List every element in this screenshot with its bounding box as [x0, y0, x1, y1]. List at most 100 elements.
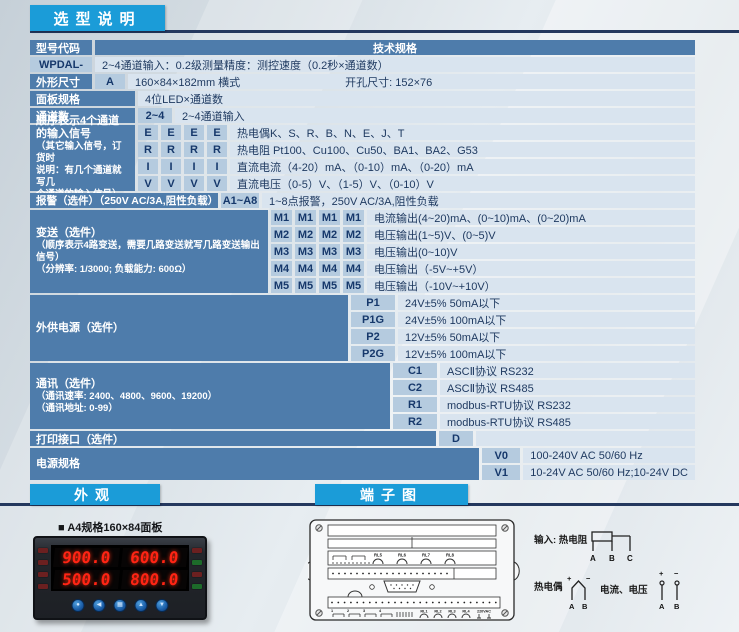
input-code: E [161, 125, 181, 140]
table-row-alarm: 报警（选件）（250V AC/3A,阻性负载） A1~A8 1~8点报警，250… [30, 193, 695, 208]
table-row-r1: R1 modbus-RTU协议 RS232 [393, 397, 695, 412]
led-value-ch2: 600.0 [121, 548, 187, 567]
table-row-m5: M5 M5 M5 M5 电压输出（-10V~+10V） [271, 278, 695, 293]
transmit-code: M1 [319, 210, 340, 225]
table-row-v1: V1 10-24V AC 50/60 Hz;10-24V DC [482, 465, 695, 480]
alarm-code: A1~A8 [221, 193, 259, 208]
channel-indicator [38, 572, 48, 577]
section-title-appearance: 外观 [30, 484, 160, 505]
input-code: I [161, 159, 181, 174]
terminal-diagram: RL5 RL6 RL7 RL8 [308, 518, 520, 625]
supply-desc: 100-240V AC 50/60 Hz [523, 448, 695, 463]
transmit-desc: 电压输出（-5V~+5V） [367, 261, 695, 276]
channels-desc: 2~4通道输入 [175, 108, 695, 123]
dimension-desc-cell: 160×84×182mm 横式 开孔尺寸: 152×76 [128, 74, 695, 89]
current-voltage-label: 电流、电压 [600, 584, 648, 596]
ext-power-desc: 24V±5% 100mA以下 [398, 312, 695, 327]
table-row-r2: R2 modbus-RTU协议 RS485 [393, 414, 695, 429]
ext-power-code: P1 [351, 295, 395, 310]
dimension-label: 外形尺寸 [30, 74, 92, 89]
supply-desc: 10-24V AC 50/60 Hz;10-24V DC [523, 465, 695, 480]
table-row-dimensions: 外形尺寸 A 160×84×182mm 横式 开孔尺寸: 152×76 [30, 74, 695, 89]
comm-label-line: （通讯速率: 2400、4800、9600、19200） [36, 391, 384, 403]
section-title-terminal: 端子图 [315, 484, 468, 505]
set-button[interactable]: ▦ [114, 599, 127, 612]
transmit-code: M2 [319, 227, 340, 242]
table-row-c1: C1 ASCⅡ协议 RS232 [393, 363, 695, 378]
comm-desc: modbus-RTU协议 RS485 [440, 414, 695, 429]
instrument-front-panel: 900.0 600.0 500.0 800.0 ● ◀ ▦ ▲ ▼ [33, 536, 207, 620]
input-code: E [207, 125, 227, 140]
input-code: I [184, 159, 204, 174]
section-transmit: 变送（选件） （顺序表示4路变送，需要几路变送就写几路变送输出信号） （分辨率:… [30, 210, 695, 293]
input-code: V [138, 176, 158, 191]
input-label-line: 顺序表示4个通道 [36, 115, 129, 128]
ext-power-desc: 12V±5% 100mA以下 [398, 346, 695, 361]
panel-desc: 4位LED×通道数 [138, 91, 695, 106]
transmit-code: M2 [295, 227, 316, 242]
rtd-wiring-icon [592, 532, 630, 551]
db9-connector [384, 581, 420, 592]
comm-code: R2 [393, 414, 437, 429]
thermocouple-label: 热电偶 [534, 581, 563, 593]
comm-label: 通讯（选件） （通讯速率: 2400、4800、9600、19200） （通讯地… [30, 363, 390, 429]
section-ext-power: 外供电源（选件） P1 24V±5% 50mA以下 P1G 24V±5% 100… [30, 295, 695, 361]
power-button[interactable]: ● [72, 599, 85, 612]
input-code: V [161, 176, 181, 191]
mounting-ear [514, 562, 519, 580]
svg-text:RL6: RL6 [398, 553, 407, 558]
model-code-cell: WPDAL- [30, 57, 92, 72]
dimension-hole-size: 开孔尺寸: 152×76 [345, 74, 432, 90]
svg-text:+: + [567, 574, 572, 583]
svg-text:−: − [674, 569, 679, 578]
svg-text:A: A [569, 602, 575, 611]
svg-text:RL3: RL3 [448, 610, 455, 614]
ext-power-code: P2G [351, 346, 395, 361]
svg-text:RL8: RL8 [446, 553, 455, 558]
input-desc: 直流电压（0-5）V、（1-5）V、（0-10）V [230, 176, 695, 191]
transmit-code: M3 [271, 244, 292, 259]
alarm-label: 报警（选件）（250V AC/3A,阻性负载） [30, 193, 218, 208]
svg-text:B: B [674, 602, 680, 611]
input-label-line: 说明：有几个通道就写几 [36, 165, 129, 189]
left-button[interactable]: ◀ [93, 599, 106, 612]
input-label-line: 的输入信号 [36, 128, 129, 141]
alarm-indicator [192, 572, 202, 577]
alarm-indicator [192, 584, 202, 589]
transmit-desc: 电压输出（-10V~+10V） [367, 278, 695, 293]
transmit-code: M4 [343, 261, 364, 276]
down-button[interactable]: ▼ [156, 599, 169, 612]
svg-text:RL1: RL1 [420, 610, 427, 614]
panel-label: 面板规格 [30, 91, 135, 106]
transmit-code: M5 [295, 278, 316, 293]
input-signals-label: 顺序表示4个通道 的输入信号 （其它输入信号，订货时 说明：有几个通道就写几 个… [30, 125, 135, 191]
ext-power-label: 外供电源（选件） [30, 295, 348, 361]
rtd-wiring-label: 输入: 热电阻 [534, 534, 588, 546]
table-row-p1: P1 24V±5% 50mA以下 [351, 295, 695, 310]
transmit-code: M4 [295, 261, 316, 276]
thermocouple-icon [572, 581, 585, 600]
db9-screw-hole [430, 585, 435, 590]
channel-indicator [38, 584, 48, 589]
table-row-p2g: P2G 12V±5% 100mA以下 [351, 346, 695, 361]
transmit-desc: 电压输出(0~10)V [367, 244, 695, 259]
transmit-code: M2 [271, 227, 292, 242]
table-row-input-voltage: V V V V 直流电压（0-5）V、（1-5）V、（0-10）V [138, 176, 695, 191]
upper-terminal-strip [328, 568, 496, 579]
supply-label-line: 电源规格 [36, 458, 473, 471]
section-supply: 电源规格 V0 100-240V AC 50/60 Hz V1 10-24V A… [30, 448, 695, 480]
power-terminal-label: 220VAC [477, 610, 491, 614]
transmit-code: M3 [343, 244, 364, 259]
ext-power-code: P2 [351, 329, 395, 344]
led-value-ch1: 900.0 [53, 548, 119, 567]
svg-text:RL4: RL4 [462, 610, 470, 614]
top-cover-bar [328, 525, 496, 536]
channel-indicator [38, 548, 48, 553]
db9-screw-hole [370, 585, 375, 590]
table-row-p2: P2 12V±5% 50mA以下 [351, 329, 695, 344]
transmit-code: M1 [271, 210, 292, 225]
up-button[interactable]: ▲ [135, 599, 148, 612]
print-desc-empty [476, 431, 695, 446]
transmit-code: M4 [271, 261, 292, 276]
svg-text:B: B [609, 554, 615, 563]
